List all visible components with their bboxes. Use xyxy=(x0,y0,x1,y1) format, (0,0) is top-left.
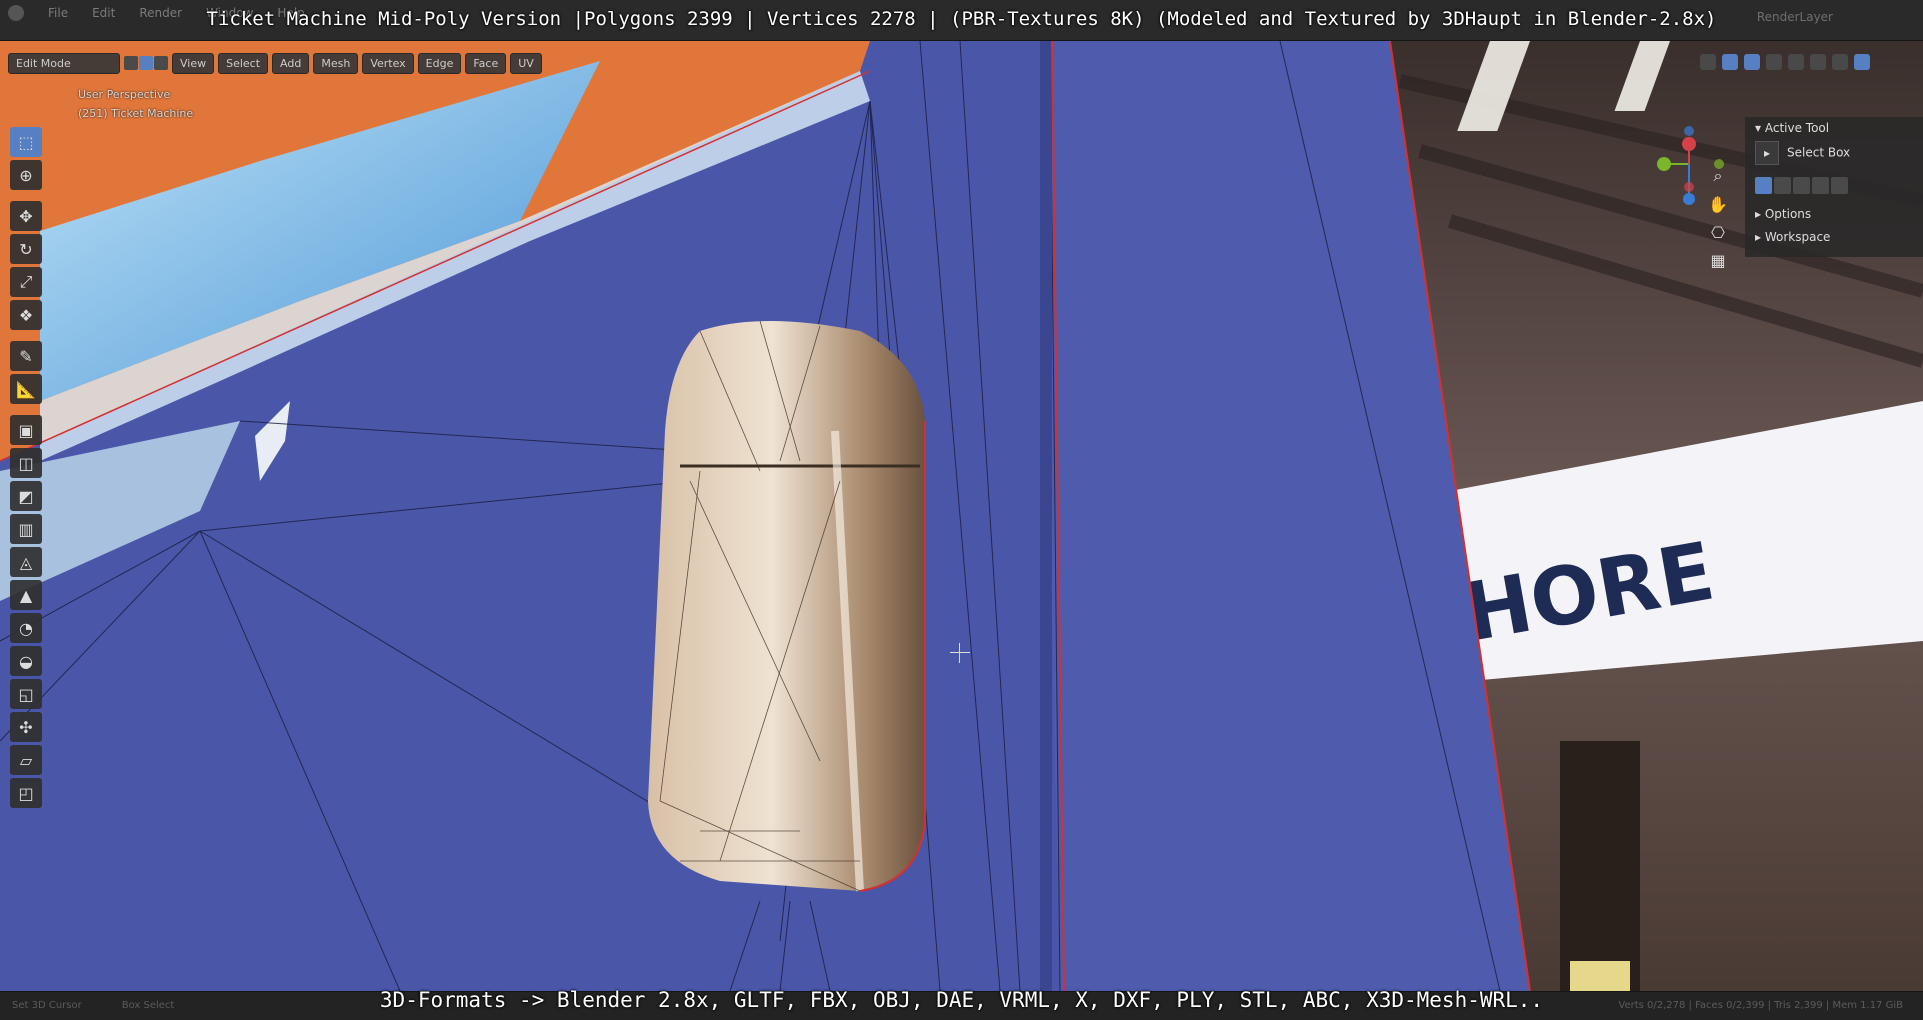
wireframe-shading-icon[interactable] xyxy=(1788,54,1804,70)
bevel-icon[interactable]: ◩ xyxy=(10,481,42,511)
viewport-header: Edit Mode View Select Add Mesh Vertex Ed… xyxy=(0,52,542,74)
toolbar: ⬚ ⊕ ✥ ↻ ⤢ ❖ ✎ 📐 ▣ ◫ ◩ ▥ ◬ ▲ ◔ ◒ ◱ ✣ ▱ ◰ xyxy=(10,127,46,808)
menu-select[interactable]: Select xyxy=(218,52,269,74)
loop-cut-icon[interactable]: ▥ xyxy=(10,514,42,544)
annotate-icon[interactable]: ✎ xyxy=(10,341,42,371)
inset-icon[interactable]: ◫ xyxy=(10,448,42,478)
scale-icon[interactable]: ⤢ xyxy=(10,267,42,297)
mode-intersect-icon[interactable] xyxy=(1831,177,1848,194)
pan-hand-icon[interactable]: ✋ xyxy=(1706,195,1730,219)
menu-mesh[interactable]: Mesh xyxy=(313,52,359,74)
smooth-icon[interactable]: ◒ xyxy=(10,646,42,676)
menu-add[interactable]: Add xyxy=(272,52,310,74)
menu-view[interactable]: View xyxy=(172,52,215,74)
rendered-shading-icon[interactable] xyxy=(1854,54,1870,70)
viewport-overlay-icons xyxy=(1700,54,1870,70)
solid-shading-icon[interactable] xyxy=(1810,54,1826,70)
menu-uv[interactable]: UV xyxy=(510,52,542,74)
knife-icon[interactable]: ◬ xyxy=(10,547,42,577)
measure-icon[interactable]: 📐 xyxy=(10,374,42,404)
gizmo-toggle-icon[interactable] xyxy=(1722,54,1738,70)
menu-edge[interactable]: Edge xyxy=(417,52,462,74)
viewport-scene: HORE xyxy=(0,41,1923,991)
rip-icon[interactable]: ◰ xyxy=(10,778,42,808)
active-tool-header[interactable]: ▾ Active Tool xyxy=(1755,121,1829,135)
material-shading-icon[interactable] xyxy=(1832,54,1848,70)
select-box-tool-icon: ▸ xyxy=(1755,141,1779,165)
menu-vertex[interactable]: Vertex xyxy=(362,52,414,74)
select-mode-toggle xyxy=(124,56,168,70)
grid-view-icon[interactable]: ▦ xyxy=(1706,251,1730,275)
visibility-icon[interactable] xyxy=(1700,54,1716,70)
transform-icon[interactable]: ❖ xyxy=(10,300,42,330)
options-label: Options xyxy=(1764,207,1812,221)
xray-icon[interactable] xyxy=(1766,54,1782,70)
options-section[interactable]: ▸ Options xyxy=(1755,207,1811,221)
menu-face[interactable]: Face xyxy=(465,52,507,74)
rotate-icon[interactable]: ↻ xyxy=(10,234,42,264)
object-label: (251) Ticket Machine xyxy=(78,107,194,120)
select-box-row[interactable]: ▸ Select Box xyxy=(1755,141,1850,165)
mode-extend-icon[interactable] xyxy=(1774,177,1791,194)
mode-new-icon[interactable] xyxy=(1755,177,1772,194)
perspective-label: User Perspective xyxy=(78,88,171,101)
select-box-label: Select Box xyxy=(1787,145,1851,160)
spin-icon[interactable]: ◔ xyxy=(10,613,42,643)
cursor-icon[interactable]: ⊕ xyxy=(10,160,42,190)
sidebar-panel: ▾ Active Tool ▸ Select Box ▸ Options ▸ Wo… xyxy=(1745,117,1923,257)
pill-button-mesh xyxy=(648,320,926,892)
overlay-toggle-icon[interactable] xyxy=(1744,54,1760,70)
select-box-icon[interactable]: ⬚ xyxy=(10,127,42,157)
viewport-info: User Perspective (251) Ticket Machine xyxy=(78,85,193,123)
shrink-fatten-icon[interactable]: ✣ xyxy=(10,712,42,742)
extrude-icon[interactable]: ▣ xyxy=(10,415,42,445)
workspace-label: Workspace xyxy=(1764,230,1831,244)
overlay-formats: 3D-Formats -> Blender 2.8x, GLTF, FBX, O… xyxy=(379,988,1544,1012)
camera-icon[interactable]: ⎔ xyxy=(1706,223,1730,247)
edge-select-icon[interactable] xyxy=(139,56,153,70)
mode-select[interactable]: Edit Mode xyxy=(8,52,120,74)
zoom-icon[interactable]: ⌕ xyxy=(1706,166,1730,190)
selection-modes xyxy=(1755,177,1848,194)
workspace-section[interactable]: ▸ Workspace xyxy=(1755,230,1830,244)
face-select-icon[interactable] xyxy=(154,56,168,70)
mode-invert-icon[interactable] xyxy=(1812,177,1829,194)
active-tool-label: Active Tool xyxy=(1764,121,1830,135)
mode-subtract-icon[interactable] xyxy=(1793,177,1810,194)
move-icon[interactable]: ✥ xyxy=(10,201,42,231)
poly-build-icon[interactable]: ▲ xyxy=(10,580,42,610)
edge-slide-icon[interactable]: ◱ xyxy=(10,679,42,709)
3d-cursor-icon[interactable] xyxy=(950,643,970,663)
shear-icon[interactable]: ▱ xyxy=(10,745,42,775)
vertex-select-icon[interactable] xyxy=(124,56,138,70)
overlay-title: Ticket Machine Mid-Poly Version |Polygon… xyxy=(206,8,1717,30)
3d-viewport[interactable]: HORE User Perspective (251) Ticket Machi… xyxy=(0,41,1923,991)
